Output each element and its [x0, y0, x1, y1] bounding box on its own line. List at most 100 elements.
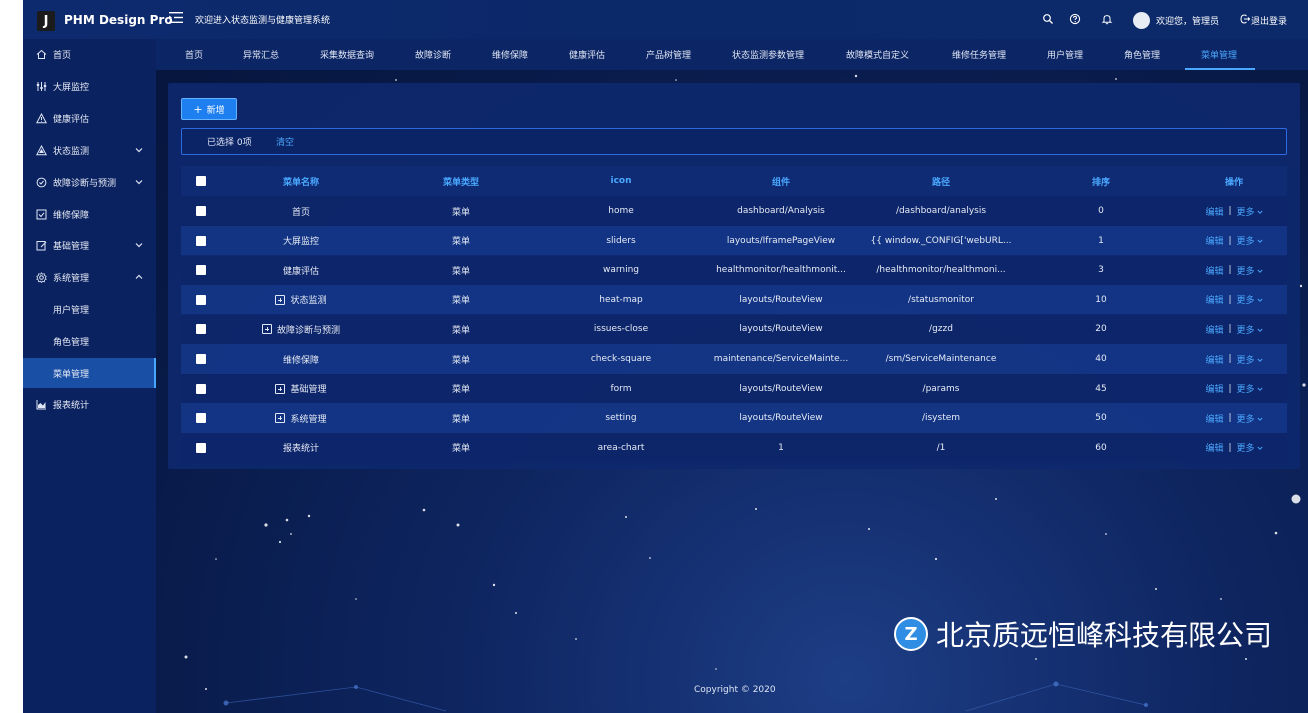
- action-separator: |: [1228, 265, 1232, 276]
- cell-actions: 编辑 | 更多: [1181, 403, 1287, 433]
- logout-button[interactable]: 退出登录: [1251, 14, 1287, 27]
- sidebar-item-screen-monitor[interactable]: 大屏监控: [23, 71, 156, 101]
- home-icon: [36, 49, 47, 59]
- more-label: 更多: [1236, 237, 1255, 248]
- tab-maintenance[interactable]: 维修保障: [492, 48, 528, 61]
- tab-role-management[interactable]: 角色管理: [1124, 48, 1160, 61]
- row-checkbox[interactable]: [196, 383, 206, 394]
- more-dropdown[interactable]: 更多: [1237, 441, 1263, 454]
- sidebar-item-label: 维修保障: [53, 210, 90, 221]
- user-greeting[interactable]: 欢迎您，管理员: [1156, 14, 1219, 27]
- menu-table: 菜单名称 菜单类型 icon 组件 路径 排序 操作 首页 菜单 home dashb…: [181, 166, 1287, 463]
- sidebar-item-reports[interactable]: 报表统计: [23, 389, 156, 419]
- table-row[interactable]: 系统管理 菜单 setting layouts/RouteView/isystem 50…: [181, 403, 1287, 434]
- header: J PHM Design Pro 欢迎进入状态监测与健康管理系统 欢迎您，管理员: [23, 0, 1308, 39]
- row-checkbox[interactable]: [196, 235, 206, 246]
- tab-home[interactable]: 首页: [185, 48, 203, 61]
- more-dropdown[interactable]: 更多: [1237, 205, 1263, 218]
- expand-icon[interactable]: [275, 413, 286, 424]
- expand-icon[interactable]: [261, 324, 272, 335]
- tab-exception-summary[interactable]: 异常汇总: [243, 48, 279, 61]
- more-dropdown[interactable]: 更多: [1237, 264, 1263, 277]
- sidebar-item-user-management[interactable]: 用户管理: [23, 294, 156, 324]
- chevron-up-icon: [135, 274, 143, 279]
- table-row[interactable]: 健康评估 菜单 warning healthmonitor/healthmonit..…: [181, 255, 1287, 286]
- edit-link[interactable]: 编辑: [1205, 412, 1223, 425]
- sidebar-item-health[interactable]: 健康评估: [23, 103, 156, 133]
- cell-component-text: maintenance/ServiceMainte...: [713, 354, 849, 364]
- edit-link[interactable]: 编辑: [1205, 205, 1223, 218]
- sidebar-item-system-management[interactable]: 系统管理: [23, 262, 156, 292]
- tab-user-management[interactable]: 用户管理: [1047, 48, 1083, 61]
- edit-link[interactable]: 编辑: [1205, 293, 1223, 306]
- tab-maintenance-tasks[interactable]: 维修任务管理: [952, 48, 1006, 61]
- more-dropdown[interactable]: 更多: [1237, 293, 1263, 306]
- bell-icon[interactable]: [1101, 13, 1113, 25]
- sidebar-item-menu-management[interactable]: 菜单管理: [23, 358, 156, 388]
- chevron-down-icon: [1257, 358, 1263, 362]
- row-checkbox[interactable]: [196, 324, 206, 335]
- table-row[interactable]: 基础管理 菜单 form layouts/RouteView/params 45 编辑 | 更…: [181, 373, 1287, 404]
- more-dropdown[interactable]: 更多: [1237, 353, 1263, 366]
- action-separator: |: [1228, 294, 1232, 305]
- app-frame: J PHM Design Pro 欢迎进入状态监测与健康管理系统 欢迎您，管理员: [23, 0, 1308, 713]
- row-checkbox[interactable]: [196, 442, 206, 453]
- row-checkbox[interactable]: [196, 206, 206, 216]
- more-dropdown[interactable]: 更多: [1237, 382, 1263, 395]
- row-checkbox[interactable]: [196, 294, 206, 305]
- chevron-down-icon: [1257, 417, 1263, 421]
- add-button[interactable]: + 新增: [181, 98, 237, 120]
- tab-product-tree[interactable]: 产品树管理: [646, 48, 691, 61]
- sidebar-item-home[interactable]: 首页: [23, 39, 156, 69]
- cell-order-text: 3: [1098, 265, 1104, 276]
- table-row[interactable]: 大屏监控 菜单 sliders layouts/IframePageView {{ wi…: [181, 225, 1287, 256]
- clear-selection-link[interactable]: 清空: [276, 135, 294, 148]
- sidebar-item-basic-management[interactable]: 基础管理: [23, 230, 156, 260]
- table-row[interactable]: 故障诊断与预测 菜单 issues-close layouts/RouteView/g…: [181, 314, 1287, 345]
- table-row[interactable]: 状态监测 菜单 heat-map layouts/RouteView/statusmo…: [181, 284, 1287, 315]
- help-icon[interactable]: [1069, 13, 1081, 25]
- more-dropdown[interactable]: 更多: [1237, 412, 1263, 425]
- edit-link[interactable]: 编辑: [1205, 234, 1223, 247]
- select-all-checkbox[interactable]: [196, 176, 206, 186]
- cell-order: 50: [1021, 403, 1181, 433]
- table-row[interactable]: 维修保障 菜单 check-square maintenance/ServiceMai…: [181, 344, 1287, 374]
- sidebar-item-label: 用户管理: [53, 305, 90, 316]
- expand-icon[interactable]: [275, 383, 286, 394]
- issues-close-icon: [36, 177, 47, 187]
- tab-menu-management[interactable]: 菜单管理: [1201, 48, 1237, 61]
- more-dropdown[interactable]: 更多: [1237, 323, 1263, 336]
- cell-menu-name-text: 故障诊断与预测: [276, 325, 340, 336]
- tab-fault-mode[interactable]: 故障模式自定义: [846, 48, 909, 61]
- edit-link[interactable]: 编辑: [1205, 382, 1223, 395]
- sidebar-item-maintenance[interactable]: 维修保障: [23, 199, 156, 229]
- row-checkbox[interactable]: [196, 354, 206, 364]
- cell-path-text: /gzzd: [929, 324, 953, 335]
- expand-icon[interactable]: [275, 294, 286, 305]
- tab-health[interactable]: 健康评估: [569, 48, 605, 61]
- logout-icon[interactable]: [1240, 14, 1250, 24]
- tab-fault-diagnosis[interactable]: 故障诊断: [415, 48, 451, 61]
- search-icon[interactable]: [1042, 13, 1054, 25]
- edit-link[interactable]: 编辑: [1205, 264, 1223, 277]
- cell-component-text: layouts/RouteView: [739, 324, 823, 335]
- avatar[interactable]: [1133, 12, 1150, 29]
- cell-icon-text: warning: [602, 265, 640, 276]
- table-row[interactable]: 首页 菜单 home dashboard/Analysis/dashboard/ana…: [181, 196, 1287, 226]
- edit-link[interactable]: 编辑: [1205, 323, 1223, 336]
- form-icon: [36, 240, 47, 250]
- edit-link[interactable]: 编辑: [1205, 353, 1223, 366]
- sidebar-item-role-management[interactable]: 角色管理: [23, 326, 156, 356]
- tab-data-query[interactable]: 采集数据查询: [320, 48, 374, 61]
- table-row[interactable]: 报表统计 菜单 area-chart 1/1 60 编辑 | 更多: [181, 432, 1287, 463]
- more-dropdown[interactable]: 更多: [1237, 234, 1263, 247]
- cell-path: /dashboard/analysis: [861, 196, 1021, 226]
- sidebar-item-fault-diagnosis[interactable]: 故障诊断与预测: [23, 167, 156, 197]
- tab-status-params[interactable]: 状态监测参数管理: [732, 48, 804, 61]
- menu-fold-icon[interactable]: [169, 11, 183, 24]
- sidebar-item-status-monitor[interactable]: 状态监测: [23, 135, 156, 165]
- logo-letter: J: [43, 13, 49, 29]
- row-checkbox[interactable]: [196, 413, 206, 424]
- row-checkbox[interactable]: [196, 265, 206, 276]
- edit-link[interactable]: 编辑: [1205, 441, 1223, 454]
